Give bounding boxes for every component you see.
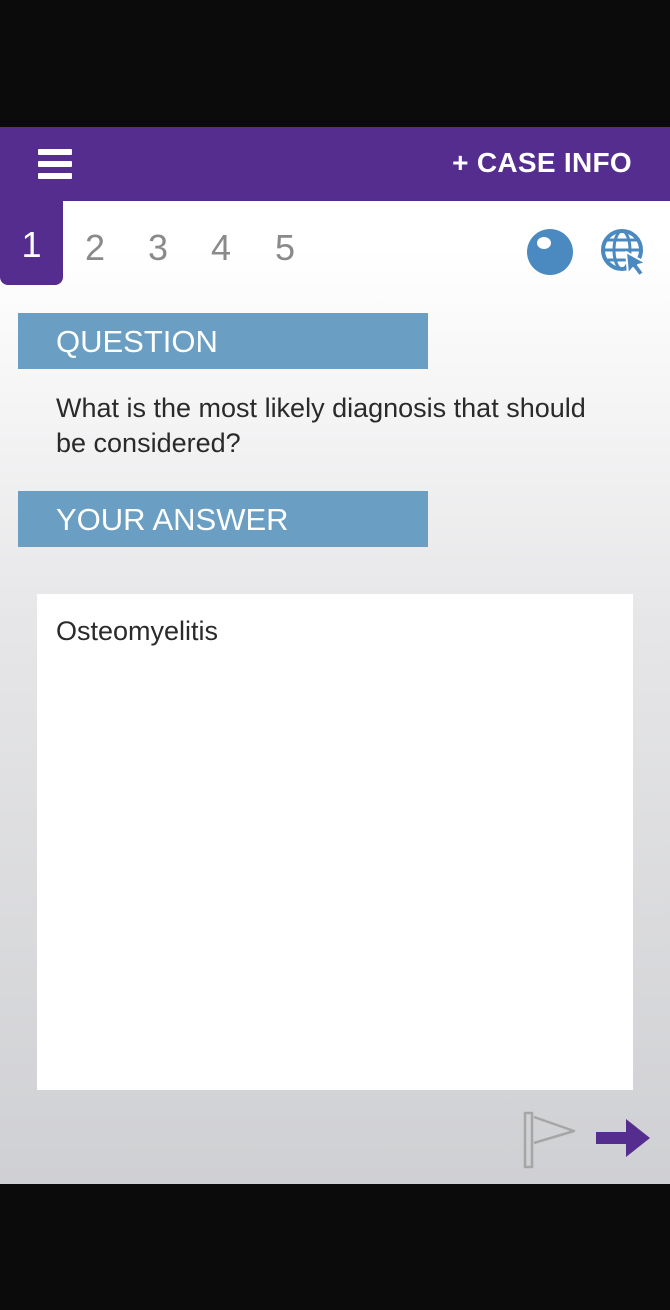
tab-4[interactable]: 4: [201, 227, 241, 269]
web-globe-icon[interactable]: [600, 228, 650, 278]
tab-2[interactable]: 2: [75, 227, 115, 269]
hamburger-menu-icon[interactable]: [38, 149, 72, 179]
next-arrow-icon[interactable]: [594, 1117, 652, 1159]
question-text: What is the most likely diagnosis that s…: [56, 393, 586, 458]
tab-3[interactable]: 3: [138, 227, 178, 269]
your-answer-header: YOUR ANSWER: [18, 491, 428, 547]
top-bar: + CASE INFO: [0, 127, 670, 201]
question-header: QUESTION: [18, 313, 428, 369]
answer-input[interactable]: Osteomyelitis: [37, 594, 633, 1090]
app-screen: + CASE INFO 1 2 3 4 5 QUESTION What is t…: [0, 127, 670, 1184]
question-tabs: 1 2 3 4 5: [0, 201, 670, 291]
case-info-button[interactable]: + CASE INFO: [452, 147, 632, 179]
tab-5[interactable]: 5: [265, 227, 305, 269]
flag-icon[interactable]: [522, 1111, 578, 1169]
search-lens-icon[interactable]: [526, 228, 574, 276]
tab-1[interactable]: 1: [0, 201, 63, 285]
